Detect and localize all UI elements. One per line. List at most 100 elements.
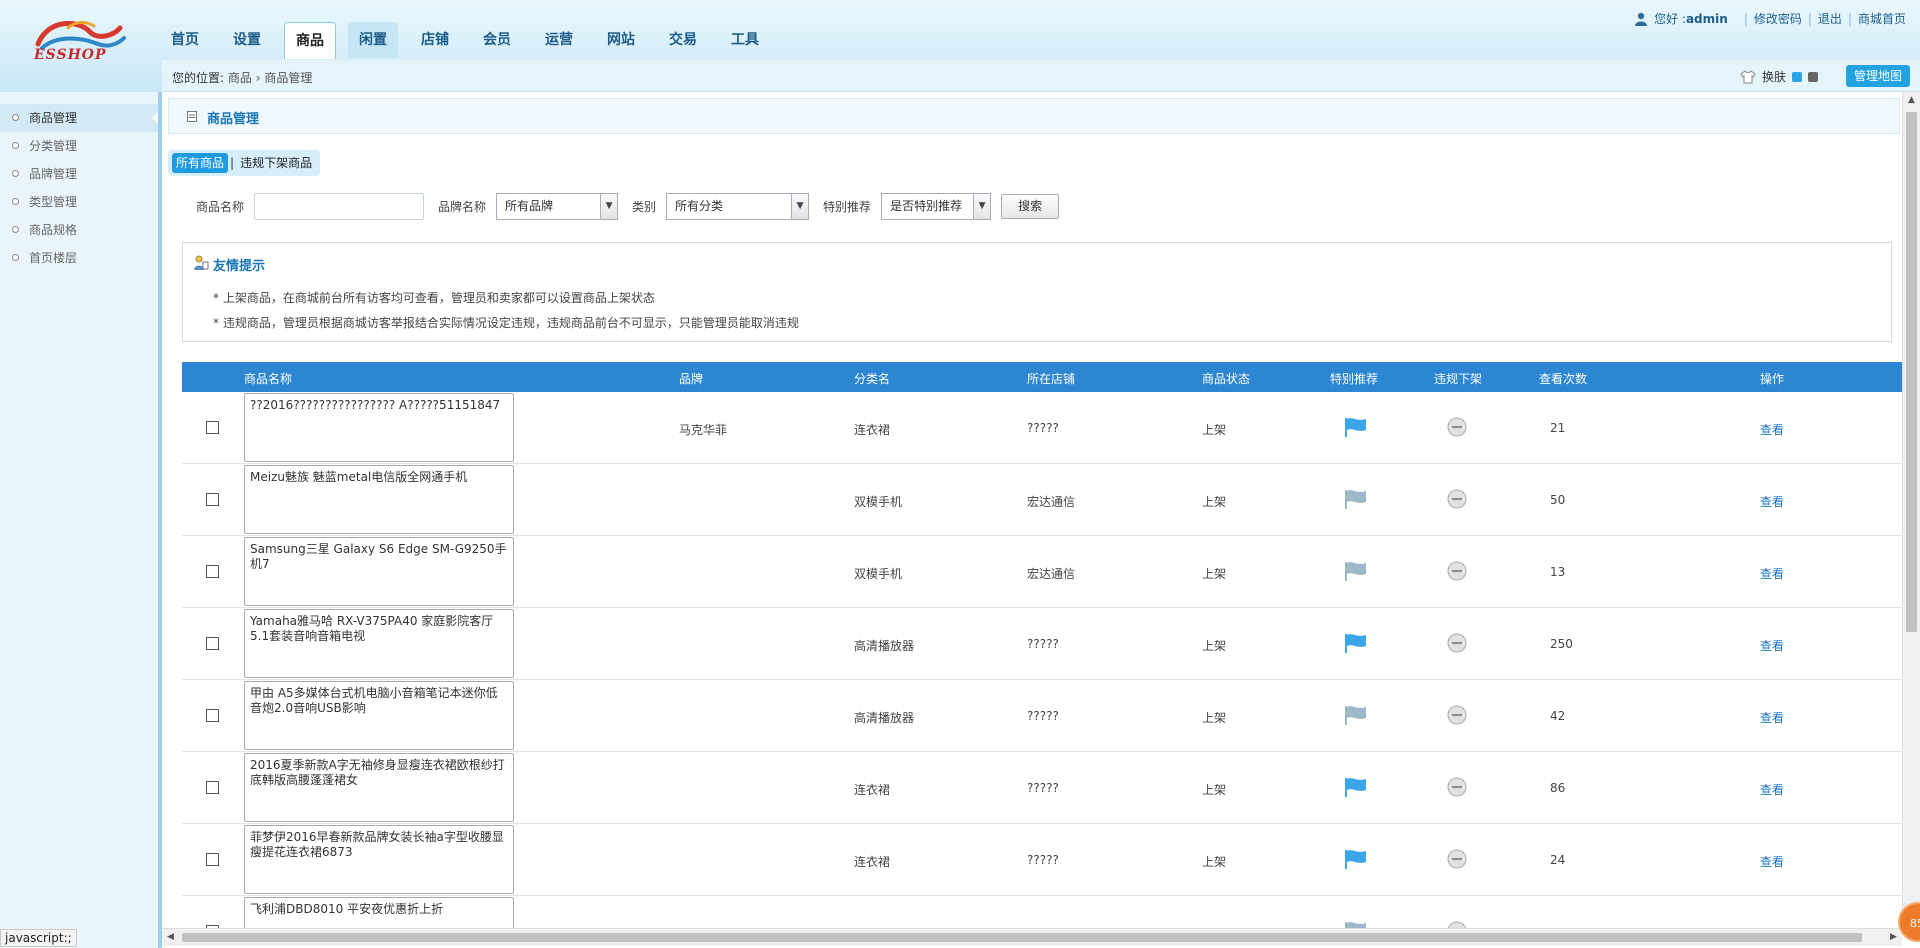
nav-goods[interactable]: 商品: [284, 22, 336, 59]
brand-select[interactable]: 所有品牌 ▼: [496, 192, 619, 220]
recommend-flag-icon[interactable]: [1342, 777, 1368, 797]
row-checkbox[interactable]: [206, 565, 219, 578]
nav-idle[interactable]: 闲置: [348, 22, 398, 58]
goods-name-field[interactable]: Meizu魅族 魅蓝metal电信版全网通手机: [244, 465, 514, 534]
view-link[interactable]: 查看: [1760, 853, 1784, 870]
recommend-flag-icon[interactable]: [1342, 417, 1368, 437]
table-row: 飞利浦DBD8010 平安夜优惠折上折: [182, 896, 1902, 928]
horizontal-scrollbar[interactable]: ◀ ▶: [162, 928, 1902, 946]
tab-separator: |: [230, 156, 235, 170]
tip-line: * 违规商品，管理员根据商城访客举报结合实际情况设定违规，违规商品前台不可显示，…: [213, 316, 799, 330]
goods-name-field[interactable]: 2016夏季新款A字无袖修身显瘦连衣裙欧根纱打底韩版高腰蓬蓬裙女: [244, 753, 514, 822]
recommend-flag-icon[interactable]: [1342, 849, 1368, 869]
violation-offline-icon[interactable]: [1447, 633, 1467, 653]
col-header-store[interactable]: 所在店铺: [1027, 370, 1075, 387]
mall-home-link[interactable]: 商城首页: [1858, 10, 1906, 27]
nav-store[interactable]: 店铺: [410, 22, 460, 58]
sitemap-button[interactable]: 管理地图: [1845, 65, 1910, 87]
sidebar-item-label: 商品规格: [29, 223, 78, 237]
nav-trade[interactable]: 交易: [658, 22, 708, 58]
sidebar-item-brand-manage[interactable]: 品牌管理: [0, 160, 159, 188]
col-header-recommend[interactable]: 特别推荐: [1330, 370, 1378, 387]
row-checkbox[interactable]: [206, 637, 219, 650]
recommend-label: 特别推荐: [823, 199, 872, 214]
sidebar-item-goods-manage[interactable]: 商品管理: [0, 104, 160, 132]
col-header-category[interactable]: 分类名: [854, 370, 890, 387]
violation-offline-icon[interactable]: [1447, 417, 1467, 437]
view-link[interactable]: 查看: [1760, 781, 1784, 798]
view-link[interactable]: 查看: [1760, 709, 1784, 726]
view-link[interactable]: 查看: [1760, 565, 1784, 582]
nav-settings[interactable]: 设置: [222, 22, 272, 58]
status-cell: 上架: [1202, 567, 1227, 581]
sidebar-item-spec[interactable]: 商品规格: [0, 216, 159, 244]
recommend-flag-icon[interactable]: [1342, 921, 1368, 928]
category-select[interactable]: 所有分类 ▼: [666, 192, 810, 220]
violation-offline-icon[interactable]: [1447, 921, 1467, 928]
breadcrumb-separator: ›: [255, 71, 261, 85]
scroll-thumb[interactable]: [1906, 112, 1917, 632]
goods-name-field[interactable]: ??2016???????????????? A?????51151847: [244, 393, 514, 462]
table-body: ??2016???????????????? A?????51151847 马克华…: [182, 392, 1902, 928]
search-button[interactable]: 搜索: [1001, 193, 1060, 219]
sidebar-item-label: 类型管理: [29, 195, 78, 209]
nav-member[interactable]: 会员: [472, 22, 522, 58]
store-cell: ?????: [1027, 853, 1059, 867]
goods-name-field[interactable]: 飞利浦DBD8010 平安夜优惠折上折: [244, 897, 514, 928]
row-checkbox[interactable]: [206, 421, 219, 434]
violation-offline-icon[interactable]: [1447, 489, 1467, 509]
row-checkbox[interactable]: [206, 709, 219, 722]
vertical-scrollbar[interactable]: ▲ ▼: [1902, 92, 1920, 928]
recommend-flag-icon[interactable]: [1342, 705, 1368, 725]
view-link[interactable]: 查看: [1760, 637, 1784, 654]
sidebar-item-home-floor[interactable]: 首页楼层: [0, 244, 159, 272]
violation-offline-icon[interactable]: [1447, 705, 1467, 725]
view-link[interactable]: 查看: [1760, 493, 1784, 510]
change-password-link[interactable]: 修改密码: [1754, 10, 1802, 27]
recommend-flag-icon[interactable]: [1342, 561, 1368, 581]
goods-name-field[interactable]: 菲梦伊2016早春新款品牌女装长袖a字型收腰显瘦提花连衣裙6873: [244, 825, 514, 894]
nav-home[interactable]: 首页: [160, 22, 210, 58]
breadcrumb-item-goods[interactable]: 商品: [228, 71, 252, 85]
col-header-violation[interactable]: 违规下架: [1434, 370, 1482, 387]
chevron-down-icon: ▼: [973, 193, 991, 219]
nav-operation[interactable]: 运营: [534, 22, 584, 58]
goods-name-field[interactable]: Yamaha雅马哈 RX-V375PA40 家庭影院客厅5.1套装音响音箱电视: [244, 609, 514, 678]
tab-violation-goods[interactable]: 违规下架商品: [236, 153, 316, 173]
goods-name-input[interactable]: [254, 192, 425, 220]
table-row: 菲梦伊2016早春新款品牌女装长袖a字型收腰显瘦提花连衣裙6873 连衣裙????…: [182, 824, 1902, 896]
col-header-status[interactable]: 商品状态: [1202, 370, 1250, 387]
goods-name-field[interactable]: 甲由 A5多媒体台式机电脑小音箱笔记本迷你低音炮2.0音响USB影响: [244, 681, 514, 750]
violation-offline-icon[interactable]: [1447, 777, 1467, 797]
scroll-thumb[interactable]: [182, 933, 1862, 942]
col-header-name[interactable]: 商品名称: [244, 370, 292, 387]
nav-tools[interactable]: 工具: [720, 22, 770, 58]
recommend-flag-icon[interactable]: [1342, 633, 1368, 653]
col-header-brand[interactable]: 品牌: [679, 370, 703, 387]
logout-link[interactable]: 退出: [1818, 10, 1842, 27]
nav-website[interactable]: 网站: [596, 22, 646, 58]
view-link[interactable]: 查看: [1760, 421, 1784, 438]
tips-title: 友情提示: [213, 259, 266, 274]
row-checkbox[interactable]: [206, 493, 219, 506]
sidebar-item-category-manage[interactable]: 分类管理: [0, 132, 159, 160]
store-cell: ?????: [1027, 709, 1059, 723]
violation-offline-icon[interactable]: [1447, 849, 1467, 869]
skin-swatch-blue[interactable]: [1792, 71, 1802, 82]
col-header-views[interactable]: 查看次数: [1539, 370, 1587, 387]
recommend-flag-icon[interactable]: [1342, 489, 1368, 509]
sidebar-item-type-manage[interactable]: 类型管理: [0, 188, 159, 216]
scroll-up-icon[interactable]: ▲: [1903, 92, 1920, 109]
table-row: Samsung三星 Galaxy S6 Edge SM-G9250手机7 双模手机…: [182, 536, 1902, 608]
tab-all-goods[interactable]: 所有商品: [172, 153, 229, 173]
violation-offline-icon[interactable]: [1447, 561, 1467, 581]
skin-label[interactable]: 换肤: [1762, 68, 1786, 85]
recommend-select[interactable]: 是否特别推荐 ▼: [881, 192, 992, 220]
goods-name-field[interactable]: Samsung三星 Galaxy S6 Edge SM-G9250手机7: [244, 537, 514, 606]
greeting-text: 您好 :: [1654, 12, 1686, 26]
skin-swatch-gray[interactable]: [1808, 71, 1818, 82]
scroll-left-icon[interactable]: ◀: [162, 929, 179, 946]
row-checkbox[interactable]: [206, 853, 219, 866]
row-checkbox[interactable]: [206, 781, 219, 794]
views-cell: 50: [1550, 493, 1566, 507]
